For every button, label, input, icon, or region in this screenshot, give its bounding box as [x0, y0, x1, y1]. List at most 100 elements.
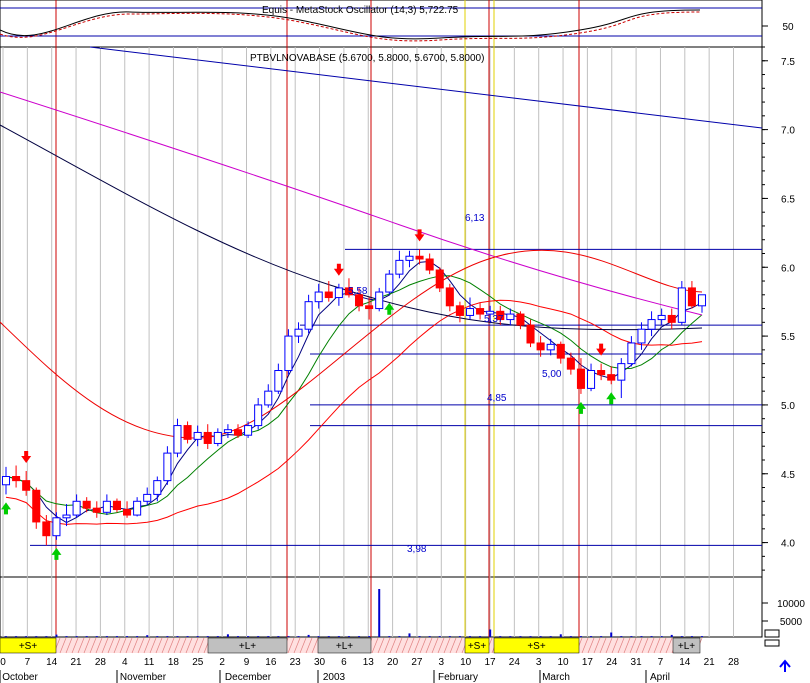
x-tick-label: 7: [25, 657, 31, 668]
x-tick-label: 4: [122, 657, 128, 668]
month-label: March: [542, 672, 570, 683]
x-tick-label: 30: [314, 657, 326, 668]
candle-body: [183, 425, 192, 440]
candle-body: [203, 431, 212, 444]
candle-body: [617, 363, 626, 381]
x-tick-label: 28: [95, 657, 107, 668]
price-tick-label: 7.5: [781, 57, 795, 68]
candle-body: [294, 328, 303, 337]
candle-body: [637, 328, 646, 344]
x-tick-label: 21: [704, 657, 716, 668]
candle-body: [445, 287, 454, 307]
x-tick-label: 2: [219, 657, 225, 668]
candle-body: [82, 500, 91, 509]
signal-band: +S+ +L+ +L+ +S+ +S+ +L+: [0, 637, 703, 654]
candle-body: [72, 500, 81, 516]
x-tick-label: 18: [168, 657, 180, 668]
level-label-398: 3,98: [407, 544, 427, 555]
month-label: February: [438, 672, 478, 683]
candle-body: [193, 431, 202, 440]
osc-tick-label: 50: [782, 22, 794, 33]
candle-body: [657, 314, 666, 321]
month-label: December: [225, 672, 272, 683]
level-label-485: 4,85: [487, 393, 507, 404]
vol-tick-label: 10000: [777, 599, 805, 610]
x-tick-label: 21: [70, 657, 82, 668]
x-tick-label: 27: [411, 657, 423, 668]
x-tick-label: 17: [582, 657, 594, 668]
x-tick-label: 10: [460, 657, 472, 668]
candle-body: [314, 291, 323, 303]
x-tick-label: 24: [509, 657, 521, 668]
candle-body: [244, 425, 253, 436]
x-tick-label: 16: [265, 657, 277, 668]
candle-body: [143, 493, 152, 502]
x-tick-label: 11: [144, 657, 155, 668]
candle-body: [526, 324, 535, 344]
price-tick-label: 4.5: [781, 470, 795, 481]
x-tick-label: 6: [341, 657, 347, 668]
level-label-613: 6,13: [465, 213, 485, 224]
chart-title: PTBVLNOVABASE (5.6700, 5.8000, 5.6700, 5…: [250, 53, 484, 64]
month-label: 2003: [323, 672, 346, 683]
x-tick-label: 25: [192, 657, 204, 668]
signal-band-label: +S+: [19, 641, 38, 652]
legend-box: [764, 629, 780, 638]
x-tick-label: 28: [728, 657, 740, 668]
candle-body: [102, 500, 111, 513]
price-tick-label: 6.0: [781, 263, 795, 274]
x-tick-label: 24: [606, 657, 618, 668]
signal-band-label: +S+: [527, 641, 546, 652]
candle-body: [52, 517, 61, 537]
candle-body: [546, 343, 555, 351]
candle-body: [284, 335, 293, 372]
candle-body: [425, 258, 434, 271]
volume-panel: [0, 576, 763, 638]
x-tick-label: 13: [363, 657, 375, 668]
candle-body: [576, 368, 585, 389]
level-label-500: 5,00: [542, 369, 562, 380]
candle-body: [304, 301, 313, 330]
price-tick-label: 4.0: [781, 539, 795, 550]
signal-band-label: +L+: [336, 641, 353, 652]
x-tick-label: 3: [439, 657, 445, 668]
candle-body: [435, 269, 444, 289]
candle-body: [274, 370, 283, 392]
candle-body: [465, 308, 475, 316]
x-tick-label: 3: [536, 657, 542, 668]
indicator-title: Equis - MetaStock Oscillator (14,3) 5,72…: [262, 5, 459, 16]
x-tick-label: 10: [557, 657, 569, 668]
candle-body: [1, 476, 11, 486]
candle-body: [667, 314, 676, 323]
candle-body: [112, 500, 121, 511]
candle-body: [677, 287, 686, 323]
candle-body: [62, 514, 71, 519]
candle-body: [223, 429, 232, 433]
signal-band-label: +L+: [678, 641, 695, 652]
candle-body: [516, 313, 525, 326]
price-tick-label: 5.5: [781, 332, 795, 343]
candle-body: [556, 343, 565, 359]
candle-body: [627, 342, 636, 365]
x-tick-label: 23: [290, 657, 302, 668]
x-tick-label: 20: [387, 657, 399, 668]
price-tick-label: 7.0: [781, 126, 795, 137]
candle-body: [476, 308, 485, 315]
x-tick-label: 7: [658, 657, 664, 668]
candle-body: [455, 305, 464, 316]
x-tick-label: 0: [0, 657, 6, 668]
price-panel: [0, 46, 763, 578]
candle-body: [597, 370, 606, 376]
candle-body: [687, 287, 696, 307]
candle-body: [123, 509, 132, 516]
candle-body: [587, 370, 596, 389]
candle-body: [375, 291, 384, 310]
candle-body: [22, 480, 31, 491]
candle-body: [173, 425, 182, 454]
x-tick-label: 17: [484, 657, 496, 668]
x-tick-label: 9: [244, 657, 250, 668]
candle-body: [334, 287, 343, 299]
level-label-558: 5,58: [348, 286, 368, 297]
scroll-up-icon[interactable]: [779, 659, 791, 672]
candle-body: [213, 431, 222, 444]
